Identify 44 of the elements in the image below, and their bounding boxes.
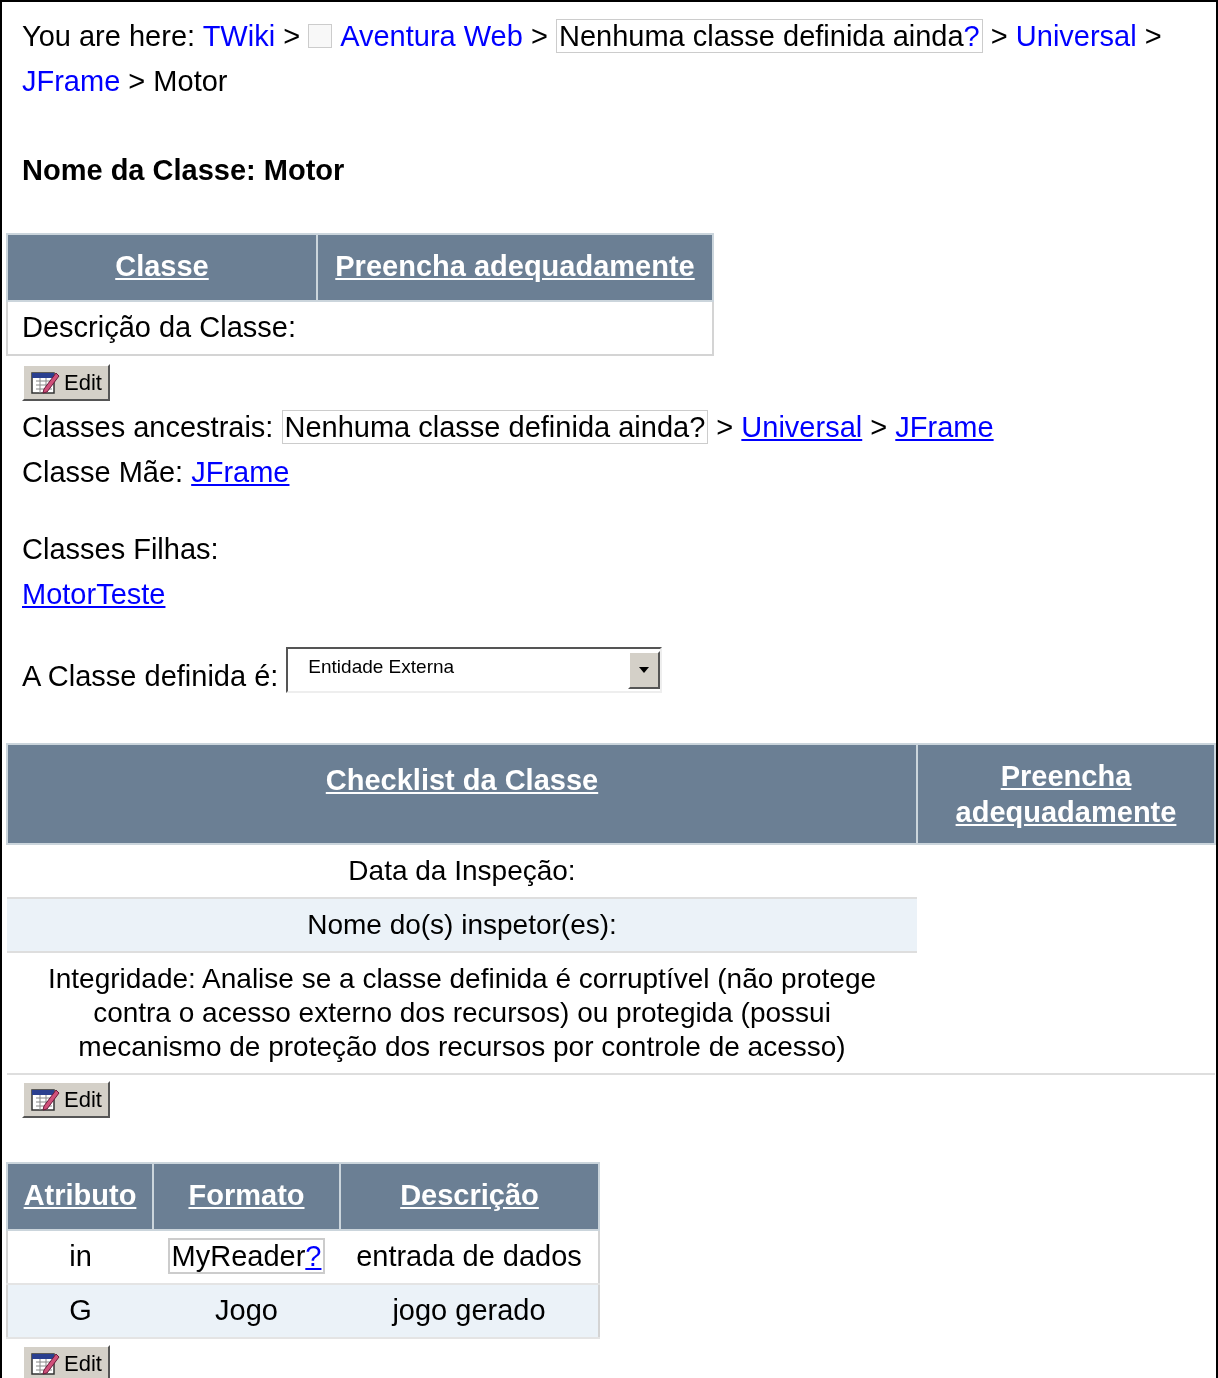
child-class-link[interactable]: MotorTeste [22, 577, 166, 610]
missing-topic-link[interactable]: MyReader? [167, 1237, 326, 1274]
children-label: Classes Filhas: [22, 531, 220, 567]
current-page: Motor [153, 65, 228, 97]
ancestor-link[interactable]: Universal [741, 410, 863, 443]
breadcrumb-link[interactable]: JFrame [22, 65, 121, 97]
ancestors-label: Classes ancestrais: [22, 410, 274, 443]
table-cell: jogo gerado [392, 1293, 546, 1326]
parent-link[interactable]: JFrame [191, 455, 290, 488]
edit-button[interactable]: Edit [22, 363, 110, 401]
edit-icon [30, 1086, 60, 1112]
separator: > [990, 20, 1008, 52]
separator: > [283, 20, 301, 52]
table-cell: Jogo [215, 1293, 278, 1326]
edit-icon [30, 1350, 60, 1376]
missing-topic-link[interactable]: Nenhuma classe definida ainda? [555, 19, 983, 53]
edit-icon [30, 369, 60, 395]
ancestor-link[interactable]: JFrame [895, 410, 994, 443]
breadcrumb-label: You are here: [22, 20, 196, 52]
separator: > [1144, 20, 1162, 52]
column-header-link[interactable]: Checklist da Classe [325, 758, 599, 802]
column-header-link[interactable]: Classe [115, 245, 209, 289]
missing-topic-link[interactable]: Nenhuma classe definida ainda? [281, 409, 709, 444]
table-cell: Descrição da Classe: [7, 300, 317, 355]
table-cell: Data da Inspeção: [7, 843, 917, 898]
classification-label: A Classe definida é: [22, 658, 279, 694]
edit-button[interactable]: Edit [22, 1080, 110, 1118]
classification-select[interactable]: Entidade Externa [286, 646, 663, 693]
class-heading: Nome da Classe: Motor [21, 153, 346, 188]
web-icon [308, 24, 333, 48]
breadcrumb-link[interactable]: Aventura Web [340, 20, 523, 52]
separator: > [530, 20, 548, 52]
table-cell: Nome do(s) inspetor(es): [7, 897, 917, 952]
parent-label: Classe Mãe: [22, 455, 184, 488]
separator: > [128, 65, 146, 97]
edit-button[interactable]: Edit [22, 1344, 110, 1378]
table-cell: G [69, 1293, 92, 1326]
separator: > [870, 410, 888, 443]
breadcrumb-link[interactable]: TWiki [202, 20, 276, 52]
separator: > [716, 410, 734, 443]
table-cell: in [69, 1239, 92, 1272]
breadcrumb-link[interactable]: Universal [1015, 20, 1137, 52]
table-cell: Integridade: Analise se a classe definida é corruptível (não protege contra o acesso externo dos recursos) ou protegida (possui mecanismo de proteção dos recursos por controle de acesso) [7, 951, 917, 1074]
table-cell: entrada de dados [356, 1239, 582, 1272]
